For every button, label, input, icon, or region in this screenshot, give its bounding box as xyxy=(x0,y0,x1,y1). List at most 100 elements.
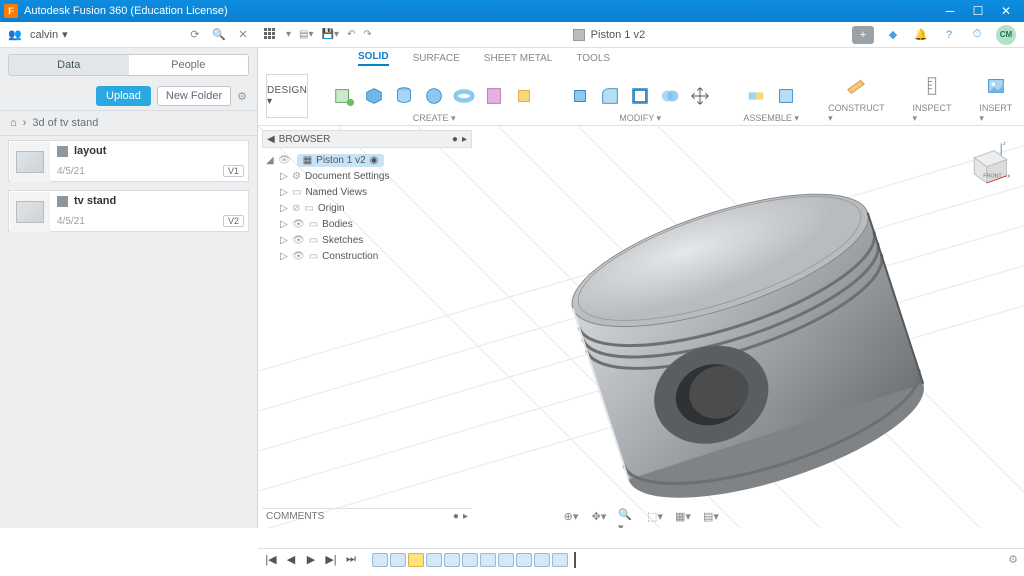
new-folder-button[interactable]: New Folder xyxy=(157,86,231,106)
move-icon[interactable] xyxy=(686,81,714,111)
file-item[interactable]: tv stand 4/5/21 V2 xyxy=(8,190,249,232)
press-pull-icon[interactable] xyxy=(566,81,594,111)
group-label-construct[interactable]: CONSTRUCT ▾ xyxy=(828,103,884,124)
piston-model[interactable] xyxy=(498,146,998,528)
chevron-left-icon[interactable]: ◀ xyxy=(267,134,275,145)
box-icon[interactable] xyxy=(360,81,388,111)
tab-data[interactable]: Data xyxy=(9,55,129,75)
timeline-start-button[interactable]: |◀ xyxy=(264,553,278,567)
timeline-step[interactable] xyxy=(534,553,550,567)
radio-icon[interactable]: ◉ xyxy=(370,155,379,166)
timeline-step[interactable] xyxy=(462,553,478,567)
timeline-step[interactable] xyxy=(444,553,460,567)
timeline-step[interactable] xyxy=(480,553,496,567)
apps-grid-icon[interactable] xyxy=(264,28,278,42)
timeline-settings-icon[interactable]: ⚙ xyxy=(1008,553,1018,566)
zoom-icon[interactable]: 🔍▾ xyxy=(618,508,636,524)
document-tab[interactable]: Piston 1 v2 xyxy=(573,29,645,41)
chevron-down-icon[interactable]: ▾ xyxy=(286,29,291,40)
job-status-icon[interactable]: ⏱ xyxy=(968,26,986,44)
file-item[interactable]: layout 4/5/21 V1 xyxy=(8,140,249,182)
file-menu-icon[interactable]: ▤▾ xyxy=(299,29,313,40)
group-label-modify[interactable]: MODIFY ▾ xyxy=(619,113,661,124)
combine-icon[interactable] xyxy=(656,81,684,111)
timeline-step[interactable] xyxy=(408,553,424,567)
as-built-joint-icon[interactable] xyxy=(772,81,800,111)
group-label-assemble[interactable]: ASSEMBLE ▾ xyxy=(743,113,799,124)
viewport-3d[interactable]: ◀ BROWSER ●▸ ◢👁▦Piston 1 v2◉ ▷⚙Document … xyxy=(258,126,1024,528)
tree-node[interactable]: ▷▭Named Views xyxy=(280,184,468,200)
grid-icon[interactable]: ▤▾ xyxy=(702,508,720,524)
measure-icon[interactable] xyxy=(918,71,946,101)
plane-icon[interactable] xyxy=(842,71,870,101)
redo-icon[interactable]: ↷ xyxy=(363,29,371,40)
insert-image-icon[interactable] xyxy=(982,71,1010,101)
view-cube[interactable]: z FRONT x xyxy=(958,138,1012,192)
gear-icon[interactable]: ⚙ xyxy=(292,171,301,182)
group-label-inspect[interactable]: INSPECT ▾ xyxy=(912,103,951,124)
visibility-icon[interactable]: 👁 xyxy=(292,219,305,230)
timeline-step[interactable] xyxy=(516,553,532,567)
panel-settings-icon[interactable]: ⚙ xyxy=(237,90,247,103)
close-window-button[interactable]: ✕ xyxy=(992,0,1020,22)
joint-icon[interactable] xyxy=(742,81,770,111)
tab-surface[interactable]: SURFACE xyxy=(413,53,460,66)
timeline-step[interactable] xyxy=(552,553,568,567)
close-panel-icon[interactable]: ✕ xyxy=(234,26,252,44)
chevron-right-icon[interactable]: ▸ xyxy=(463,511,468,522)
sphere-icon[interactable] xyxy=(420,81,448,111)
breadcrumb-folder[interactable]: 3d of tv stand xyxy=(32,117,98,129)
timeline-next-button[interactable]: ▶| xyxy=(324,553,338,567)
sketch-icon[interactable] xyxy=(330,81,358,111)
timeline-step[interactable] xyxy=(426,553,442,567)
save-icon[interactable]: 💾▾ xyxy=(322,29,339,40)
tree-node[interactable]: ▷⚙Document Settings xyxy=(280,168,468,184)
timeline-steps[interactable] xyxy=(372,553,568,567)
browser-header[interactable]: ◀ BROWSER ●▸ xyxy=(262,130,472,148)
timeline-playhead[interactable] xyxy=(574,552,576,568)
file-version[interactable]: V2 xyxy=(223,215,244,227)
search-icon[interactable]: 🔍 xyxy=(210,26,228,44)
tree-node[interactable]: ▷👁▭Sketches xyxy=(280,232,468,248)
breadcrumb[interactable]: ⌂ › 3d of tv stand xyxy=(0,110,257,136)
upload-button[interactable]: Upload xyxy=(96,86,151,106)
new-tab-button[interactable]: + xyxy=(852,26,874,44)
timeline-prev-button[interactable]: ◀ xyxy=(284,553,298,567)
timeline-end-button[interactable]: ⏭ xyxy=(344,553,358,567)
timeline-play-button[interactable]: ▶ xyxy=(304,553,318,567)
visibility-icon[interactable]: 👁 xyxy=(292,251,305,262)
chevron-right-icon[interactable]: ▸ xyxy=(462,134,467,145)
maximize-button[interactable]: ☐ xyxy=(964,0,992,22)
extensions-icon[interactable]: ◆ xyxy=(884,26,902,44)
minimize-button[interactable]: ─ xyxy=(936,0,964,22)
help-icon[interactable]: ? xyxy=(940,26,958,44)
orbit-icon[interactable]: ⊕▾ xyxy=(562,508,580,524)
file-version[interactable]: V1 xyxy=(223,165,244,177)
tree-node[interactable]: ▷⊘▭Origin xyxy=(280,200,468,216)
tree-node[interactable]: ▷👁▭Bodies xyxy=(280,216,468,232)
shell-icon[interactable] xyxy=(626,81,654,111)
visibility-icon[interactable]: 👁 xyxy=(292,235,305,246)
notifications-icon[interactable]: 🔔 xyxy=(912,26,930,44)
timeline-step[interactable] xyxy=(390,553,406,567)
cylinder-icon[interactable] xyxy=(390,81,418,111)
refresh-icon[interactable]: ⟳ xyxy=(186,26,204,44)
user-avatar[interactable]: CM xyxy=(996,25,1016,45)
pan-icon[interactable]: ✥▾ xyxy=(590,508,608,524)
display-icon[interactable]: ▦▾ xyxy=(674,508,692,524)
timeline-step[interactable] xyxy=(498,553,514,567)
torus-icon[interactable] xyxy=(450,81,478,111)
group-label-insert[interactable]: INSERT ▾ xyxy=(979,103,1012,124)
undo-icon[interactable]: ↶ xyxy=(347,29,355,40)
tab-solid[interactable]: SOLID xyxy=(358,51,389,66)
tab-tools[interactable]: TOOLS xyxy=(576,53,610,66)
comments-bar[interactable]: COMMENTS ●▸ xyxy=(262,508,472,524)
group-label-create[interactable]: CREATE ▾ xyxy=(413,113,456,124)
fit-icon[interactable]: ⬚▾ xyxy=(646,508,664,524)
tab-sheet-metal[interactable]: SHEET METAL xyxy=(484,53,553,66)
home-icon[interactable]: ⌂ xyxy=(10,117,17,129)
tree-node[interactable]: ▷👁▭Construction xyxy=(280,248,468,264)
workspace-switcher[interactable]: DESIGN ▾ xyxy=(266,74,308,118)
tree-root[interactable]: ◢👁▦Piston 1 v2◉ xyxy=(266,152,468,168)
team-dropdown[interactable]: calvin ▾ xyxy=(30,28,68,41)
